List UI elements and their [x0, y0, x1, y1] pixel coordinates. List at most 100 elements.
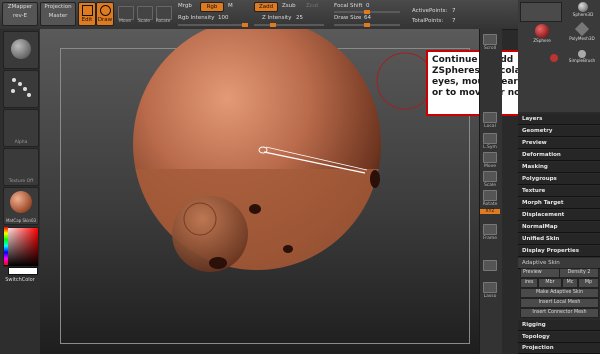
draw-size-slider[interactable]: [334, 23, 400, 27]
zsub-button[interactable]: Zsub: [282, 3, 296, 9]
menu-displacement[interactable]: Displacement: [518, 210, 600, 221]
texture-thumbnail[interactable]: Texture Off: [3, 148, 39, 186]
zsphere-viewport[interactable]: [40, 29, 479, 354]
tool-thumb-main[interactable]: [520, 2, 562, 22]
polymesh3d-label: PolyMesh3D: [569, 36, 595, 41]
menu-display-properties[interactable]: Display Properties: [518, 246, 600, 257]
transp-tool[interactable]: [480, 258, 500, 280]
scale-tool-icon: [483, 171, 497, 182]
zsphere-hole-4[interactable]: [283, 245, 293, 253]
menu-masking[interactable]: Masking: [518, 162, 600, 173]
alpha-caption: Alpha: [14, 140, 28, 145]
draw-button[interactable]: Draw: [96, 2, 114, 26]
rotate-icon[interactable]: [156, 6, 172, 20]
rgb-button[interactable]: Rgb: [200, 2, 224, 12]
insert-connector-mesh-button[interactable]: Insert Connector Mesh: [520, 308, 599, 318]
menu-polygroups[interactable]: Polygroups: [518, 174, 600, 185]
stroke-dots-icon: [11, 78, 31, 97]
material-thumbnail[interactable]: MatCap Skin03: [3, 187, 39, 225]
projection-master-button[interactable]: Projection Master: [40, 2, 76, 26]
brush-cursor-icon: [376, 52, 434, 110]
frame-tool[interactable]: Frame: [480, 222, 500, 244]
insert-local-mesh-button[interactable]: Insert Local Mesh: [520, 298, 599, 308]
focal-shift-knob[interactable]: [364, 10, 370, 14]
hue-strip[interactable]: [4, 227, 8, 265]
simplebrush-icon: [578, 50, 586, 58]
tool-thumbnails: Sphere3D ZSphere PolyMesh3D SimpleBrush: [518, 0, 600, 112]
scale-icon[interactable]: [137, 6, 153, 20]
rgb-intensity-knob[interactable]: [242, 23, 248, 27]
brush-thumbnail[interactable]: [3, 31, 39, 69]
density-slider[interactable]: Density 2: [559, 268, 599, 278]
menu-normalmap[interactable]: NormalMap: [518, 222, 600, 233]
matcap-caption: MatCap Skin03: [5, 218, 37, 223]
menu-deformation[interactable]: Deformation: [518, 150, 600, 161]
z-intensity-slider[interactable]: [254, 23, 324, 27]
xyz-label: XYZ: [480, 209, 500, 214]
zadd-button[interactable]: Zadd: [254, 2, 278, 12]
total-points-label: TotalPoints:: [412, 18, 444, 24]
zsphere-hole-1[interactable]: [370, 170, 380, 188]
mc-button[interactable]: Mc: [562, 278, 578, 288]
menu-layers[interactable]: Layers: [518, 114, 600, 125]
main-color-swatch[interactable]: [8, 267, 38, 275]
menu-geometry[interactable]: Geometry: [518, 126, 600, 137]
edit-button[interactable]: Edit: [78, 2, 96, 26]
scale-label: Scale: [137, 19, 151, 24]
mp-button[interactable]: Mp: [578, 278, 599, 288]
zcut-button[interactable]: Zcut: [306, 3, 318, 9]
xyz-tool[interactable]: XYZ: [480, 206, 500, 220]
sphere3d-thumb[interactable]: Sphere3D: [568, 2, 598, 20]
polymesh3d-icon: [574, 21, 590, 37]
mbr-slider[interactable]: Mbr: [538, 278, 562, 288]
stroke-thumbnail[interactable]: [3, 70, 39, 108]
polymesh3d-thumb[interactable]: PolyMesh3D: [566, 21, 598, 46]
mrgb-button[interactable]: Mrgb: [178, 3, 192, 9]
color-picker[interactable]: [3, 227, 39, 267]
lasso-icon: [483, 282, 497, 293]
local-icon: [483, 112, 497, 123]
rgb-intensity-label: Rgb Intensity: [178, 15, 215, 21]
focal-shift-label: Focal Shift: [334, 3, 363, 9]
zsphere-hole-3[interactable]: [209, 257, 227, 269]
alpha-thumbnail[interactable]: Alpha: [3, 109, 39, 147]
menu-morph-target[interactable]: Morph Target: [518, 198, 600, 209]
menu-rigging[interactable]: Rigging: [518, 320, 600, 331]
lasso-tool[interactable]: Lasso: [480, 280, 500, 302]
menu-texture[interactable]: Texture: [518, 186, 600, 197]
menu-projection[interactable]: Projection: [518, 343, 600, 354]
top-toolbar: ZMapper rev-E Projection Master Edit Dra…: [0, 0, 518, 30]
density-value: 2: [587, 270, 591, 275]
edit-label: Edit: [81, 17, 93, 23]
frame-icon: [483, 224, 497, 235]
ires-slider[interactable]: ires: [520, 278, 538, 288]
focal-shift-slider[interactable]: [334, 10, 400, 14]
zmapper-button[interactable]: ZMapper rev-E: [2, 2, 38, 26]
edit-icon: [81, 5, 93, 16]
draw-icon: [99, 5, 111, 16]
zsphere-hole-2[interactable]: [249, 204, 261, 214]
menu-preview[interactable]: Preview: [518, 138, 600, 149]
frame-label: Frame: [482, 236, 498, 241]
density-label: Density: [567, 270, 586, 275]
draw-size-label: Draw Size: [334, 15, 362, 21]
local-tool[interactable]: Local: [480, 110, 500, 132]
brush-icon: [11, 39, 31, 59]
menu-topology[interactable]: Topology: [518, 332, 600, 343]
z-intensity-knob[interactable]: [270, 23, 276, 27]
zsphere-small-icon[interactable]: [550, 54, 558, 62]
scroll-tool[interactable]: Scroll: [480, 32, 500, 54]
rgb-intensity-slider[interactable]: [178, 23, 248, 27]
move-icon[interactable]: [118, 6, 134, 20]
rgb-intensity-value: 100: [218, 15, 229, 21]
draw-size-knob[interactable]: [364, 23, 370, 27]
switch-color-button[interactable]: SwitchColor: [1, 277, 39, 283]
make-adaptive-skin-button[interactable]: Make Adaptive Skin: [520, 288, 599, 298]
simplebrush-thumb[interactable]: SimpleBrush: [566, 50, 598, 72]
m-button[interactable]: M: [228, 3, 233, 9]
menu-unified-skin[interactable]: Unified Skin: [518, 234, 600, 245]
zsphere-thumb[interactable]: ZSphere: [528, 24, 556, 46]
active-points-label: ActivePoints:: [412, 8, 448, 14]
adaptive-preview-button[interactable]: Preview: [520, 268, 560, 278]
simplebrush-label: SimpleBrush: [568, 58, 596, 63]
